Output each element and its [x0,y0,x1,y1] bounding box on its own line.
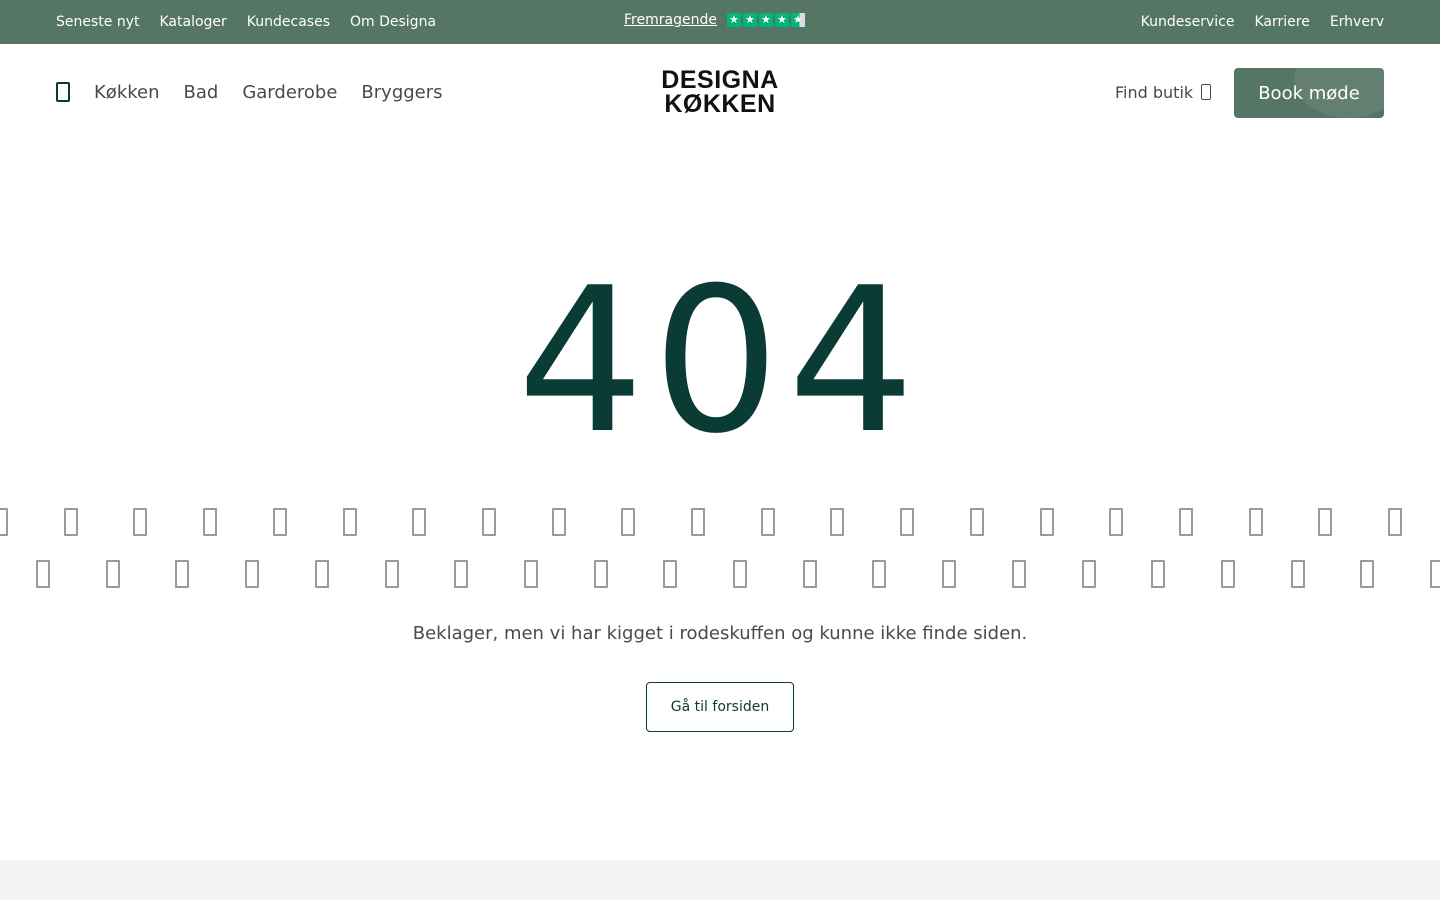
placeholder-glyph-icon [969,508,984,536]
placeholder-glyph-icon [1081,560,1096,588]
placeholder-glyph-icon [63,508,78,536]
decorative-icon-row-2 [0,554,1440,594]
link-seneste-nyt[interactable]: Seneste nyt [56,14,139,30]
placeholder-glyph-icon [481,508,496,536]
link-kundeservice[interactable]: Kundeservice [1141,14,1235,30]
star-icon: ★ [758,13,773,27]
location-pin-icon [1201,84,1212,100]
link-erhverv[interactable]: Erhverv [1330,14,1384,30]
go-home-button[interactable]: Gå til forsiden [646,682,794,732]
placeholder-glyph-icon [691,508,705,536]
placeholder-glyph-icon [272,508,287,536]
link-kundecases[interactable]: Kundecases [247,14,330,30]
placeholder-glyph-icon [802,560,817,588]
placeholder-glyph-icon [1360,560,1375,588]
placeholder-glyph-icon [621,508,636,536]
placeholder-glyph-icon [203,508,218,536]
placeholder-glyph-icon [36,560,50,588]
nav-item-garderobe[interactable]: Garderobe [242,82,337,103]
logo-line-2: KØKKEN [664,90,776,118]
top-left-links: Seneste nyt Kataloger Kundecases Om Desi… [56,0,436,44]
error-code: 404 [517,245,923,478]
placeholder-glyph-icon [133,508,148,536]
footer-strip [0,860,1440,900]
placeholder-glyph-icon [1109,508,1124,536]
placeholder-glyph-icon [733,560,747,588]
placeholder-glyph-icon [872,560,887,588]
placeholder-glyph-icon [0,508,8,536]
book-meeting-label: Book møde [1258,82,1360,104]
placeholder-glyph-icon [593,560,608,588]
star-icon: ★ [726,13,741,27]
placeholder-glyph-icon [384,560,399,588]
nav-item-bad[interactable]: Bad [184,82,219,103]
placeholder-glyph-icon [1011,560,1026,588]
nav-item-kokken[interactable]: Køkken [94,82,160,103]
star-icon: ★ [742,13,757,27]
link-karriere[interactable]: Karriere [1254,14,1309,30]
placeholder-glyph-icon [1151,560,1166,588]
placeholder-glyph-icon [1039,508,1054,536]
link-om-designa[interactable]: Om Designa [350,14,436,30]
placeholder-glyph-icon [412,508,427,536]
top-utility-bar: Seneste nyt Kataloger Kundecases Om Desi… [0,0,1440,44]
placeholder-glyph-icon [1290,560,1305,588]
placeholder-glyph-icon [1220,560,1235,588]
book-meeting-button[interactable]: Book møde [1234,68,1384,118]
main-header: Køkken Bad Garderobe Bryggers DESIGNA KØ… [0,44,1440,140]
placeholder-glyph-icon [105,560,120,588]
top-right-links: Kundeservice Karriere Erhverv [1141,0,1384,44]
half-star-icon: ★ [790,13,805,27]
trustpilot-label[interactable]: Fremragende [624,12,717,28]
placeholder-glyph-icon [1248,508,1263,536]
placeholder-glyph-icon [900,508,915,536]
link-kataloger[interactable]: Kataloger [159,14,226,30]
placeholder-glyph-icon [1430,560,1440,588]
placeholder-glyph-icon [1178,508,1193,536]
trustpilot-stars: ★ ★ ★ ★ ★ [726,13,805,27]
placeholder-glyph-icon [1318,508,1333,536]
placeholder-glyph-icon [342,508,357,536]
placeholder-glyph-icon [663,560,678,588]
placeholder-glyph-icon [523,560,538,588]
placeholder-glyph-icon [175,560,190,588]
designa-logo[interactable]: DESIGNA KØKKEN [640,68,800,120]
error-message: Beklager, men vi har kigget i rodeskuffe… [412,623,1028,644]
nav-item-bryggers[interactable]: Bryggers [361,82,442,103]
placeholder-glyph-icon [314,560,329,588]
find-store-label: Find butik [1115,82,1194,102]
find-store-link[interactable]: Find butik [1115,44,1212,140]
placeholder-glyph-icon [454,560,469,588]
main-nav: Køkken Bad Garderobe Bryggers [94,44,443,140]
placeholder-glyph-icon [245,560,260,588]
trustpilot-widget[interactable]: Fremragende ★ ★ ★ ★ ★ [624,0,805,40]
placeholder-glyph-icon [551,508,566,536]
decorative-icon-row-1 [0,502,1440,542]
placeholder-glyph-icon [942,560,957,588]
placeholder-glyph-icon [760,508,775,536]
logo-line-1: DESIGNA [661,66,779,94]
menu-icon[interactable] [56,82,70,102]
placeholder-glyph-icon [830,508,845,536]
placeholder-glyph-icon [1388,508,1402,536]
star-icon: ★ [774,13,789,27]
